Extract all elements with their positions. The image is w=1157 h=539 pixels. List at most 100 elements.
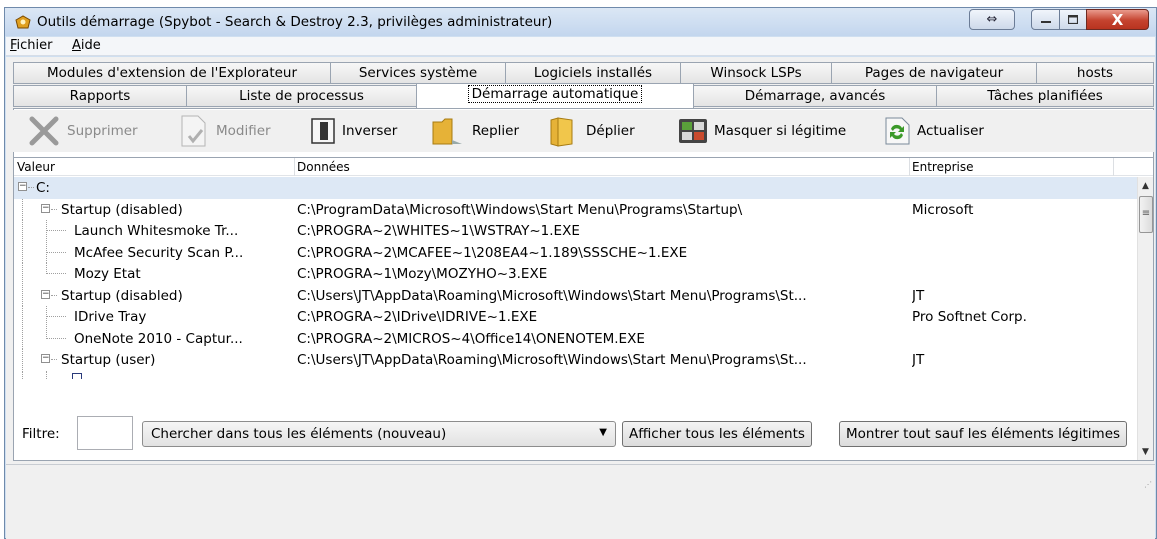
- tab-browser-pages[interactable]: Pages de navigateur: [831, 62, 1037, 84]
- tree-row-drive[interactable]: − C:: [14, 177, 1137, 199]
- tab-system-services[interactable]: Services système: [330, 62, 506, 84]
- menu-fichier[interactable]: Fichier: [10, 38, 53, 53]
- invert-button[interactable]: Inverser: [310, 110, 397, 152]
- filter-label: Filtre:: [22, 426, 60, 442]
- tree-row-item[interactable]: IDrive Tray C:\PROGRA~2\IDrive\IDRIVE~1.…: [14, 306, 1137, 328]
- tab-process-list[interactable]: Liste de processus: [186, 85, 417, 107]
- tree-connector: [46, 230, 66, 231]
- tree-row-group[interactable]: − Startup (disabled) C:\Users\JT\AppData…: [14, 284, 1137, 307]
- column-divider[interactable]: [294, 158, 295, 176]
- app-window: Outils démarrage (Spybot - Search & Dest…: [4, 7, 1157, 539]
- search-scope-dropdown[interactable]: Chercher dans tous les éléments (nouveau…: [142, 421, 616, 447]
- tree-connector: [22, 241, 23, 263]
- autostart-tree-list[interactable]: Valeur Données Entreprise − C: − Startup…: [13, 157, 1154, 461]
- list-rows: − C: − Startup (disabled) C:\ProgramData…: [14, 177, 1137, 379]
- tab-autostart[interactable]: Démarrage automatique: [416, 83, 694, 108]
- row-company: JT: [912, 287, 925, 304]
- swap-window-button[interactable]: ⇔: [969, 9, 1015, 30]
- row-company: JT: [912, 352, 925, 368]
- row-company: Microsoft: [912, 201, 974, 218]
- tab-explorer-modules[interactable]: Modules d'extension de l'Explorateur: [13, 62, 331, 84]
- tab-autostart-label: Démarrage automatique: [467, 85, 643, 103]
- toggle-switch-icon: [311, 118, 335, 144]
- tree-connector: [51, 294, 57, 296]
- row-data: C:\PROGRA~2\IDrive\IDRIVE~1.EXE: [297, 309, 538, 325]
- scrollbar-thumb[interactable]: ≡: [1139, 196, 1153, 233]
- tree-connector: [22, 220, 23, 241]
- scroll-up-arrow-icon[interactable]: ▲: [1142, 181, 1149, 191]
- row-value: Startup (user): [61, 352, 156, 368]
- row-data: C:\Users\JT\AppData\Roaming\Microsoft\Wi…: [297, 352, 807, 368]
- tree-row-item[interactable]: Mozy Etat C:\PROGRA~1\Mozy\MOZYHO~3.EXE: [14, 263, 1137, 285]
- row-value: Mozy Etat: [74, 266, 141, 282]
- row-data: C:\PROGRA~2\MCAFEE~1\208EA4~1.189\SSSCHE…: [297, 244, 688, 261]
- list-header: Valeur Données Entreprise: [14, 158, 1153, 176]
- tree-row-item[interactable]: McAfee Security Scan P... C:\PROGRA~2\MC…: [14, 241, 1137, 264]
- tab-reports[interactable]: Rapports: [13, 85, 187, 107]
- edit-document-icon: [181, 115, 206, 147]
- minimize-button[interactable]: [1031, 9, 1060, 30]
- tree-connector: [51, 359, 57, 360]
- vertical-scrollbar[interactable]: ▲ ≡ ▼: [1137, 177, 1153, 460]
- modify-button[interactable]: Modifier: [178, 110, 271, 152]
- close-button[interactable]: X: [1086, 9, 1149, 30]
- show-all-button[interactable]: Afficher tous les éléments: [622, 421, 812, 447]
- tab-scheduled-tasks[interactable]: Tâches planifiées: [936, 85, 1154, 107]
- filter-input[interactable]: [77, 416, 133, 450]
- column-header-data[interactable]: Données: [297, 160, 350, 174]
- row-data: C:\Users\JT\AppData\Roaming\Microsoft\Wi…: [297, 287, 807, 304]
- row-value: OneNote 2010 - Captur...: [74, 330, 243, 347]
- row-value: McAfee Security Scan P...: [74, 244, 244, 261]
- maximize-icon: [1068, 15, 1078, 24]
- tree-row-item[interactable]: Launch Whitesmoke Tr... C:\PROGRA~2\WHIT…: [14, 220, 1137, 242]
- item-icon: [72, 372, 82, 379]
- title-bar[interactable]: Outils démarrage (Spybot - Search & Dest…: [5, 8, 1156, 36]
- hide-legit-label: Masquer si légitime: [714, 123, 847, 139]
- tree-connector: [46, 251, 66, 253]
- refresh-icon: [885, 117, 910, 145]
- column-divider[interactable]: [909, 158, 910, 176]
- tree-connector: [22, 263, 23, 284]
- tab-advanced-startup[interactable]: Démarrage, avancés: [693, 85, 937, 107]
- tree-connector: [22, 306, 23, 327]
- tree-connector: [22, 284, 23, 306]
- resize-grip-icon[interactable]: ⋰: [1144, 480, 1152, 489]
- tree-connector: [22, 327, 23, 349]
- expand-button[interactable]: Déplier: [548, 110, 635, 152]
- expand-label: Déplier: [586, 123, 635, 139]
- refresh-button[interactable]: Actualiser: [883, 110, 984, 152]
- collapse-toggle-icon[interactable]: −: [41, 354, 50, 363]
- collapse-button[interactable]: Replier: [430, 110, 519, 152]
- invert-label: Inverser: [342, 123, 398, 139]
- tab-hosts[interactable]: hosts: [1036, 62, 1154, 84]
- delete-x-icon: [29, 116, 59, 146]
- column-header-company[interactable]: Entreprise: [912, 160, 973, 174]
- tree-row-group[interactable]: − Startup (disabled) C:\ProgramData\Micr…: [14, 198, 1137, 221]
- tree-connector: [46, 316, 66, 317]
- scroll-down-arrow-icon[interactable]: ▼: [1142, 447, 1149, 457]
- hide-legit-button[interactable]: Masquer si légitime: [678, 110, 846, 152]
- maximize-button[interactable]: [1059, 9, 1087, 30]
- row-value: Launch Whitesmoke Tr...: [74, 223, 239, 239]
- tree-row-item[interactable]: OneNote 2010 - Captur... C:\PROGRA~2\MIC…: [14, 327, 1137, 350]
- toolbar: Supprimer Modifier Inverser Replier Dépl…: [13, 110, 1154, 152]
- tab-installed-software[interactable]: Logiciels installés: [505, 62, 681, 84]
- tree-connector: [46, 273, 66, 274]
- collapse-toggle-icon[interactable]: −: [41, 203, 50, 213]
- delete-button[interactable]: Supprimer: [27, 110, 138, 152]
- column-header-value[interactable]: Valeur: [17, 160, 55, 174]
- delete-label: Supprimer: [67, 123, 138, 139]
- tree-row-partial[interactable]: [14, 370, 1137, 379]
- collapse-toggle-icon[interactable]: −: [18, 182, 27, 191]
- tab-winsock-lsps[interactable]: Winsock LSPs: [680, 62, 832, 84]
- modify-label: Modifier: [216, 123, 271, 139]
- tree-row-group[interactable]: − Startup (user) C:\Users\JT\AppData\Roa…: [14, 349, 1137, 371]
- search-scope-value: Chercher dans tous les éléments (nouveau…: [151, 426, 447, 442]
- client-area: Modules d'extension de l'Explorateur Ser…: [6, 57, 1155, 539]
- collapse-toggle-icon[interactable]: −: [41, 289, 50, 299]
- row-data: C:\PROGRA~2\MICROS~4\Office14\ONENOTEM.E…: [297, 330, 645, 347]
- column-divider[interactable]: [1113, 158, 1114, 176]
- folder-collapse-icon: [432, 118, 462, 145]
- menu-aide[interactable]: Aide: [72, 38, 101, 53]
- show-except-legit-button[interactable]: Montrer tout sauf les éléments légitimes: [839, 421, 1128, 447]
